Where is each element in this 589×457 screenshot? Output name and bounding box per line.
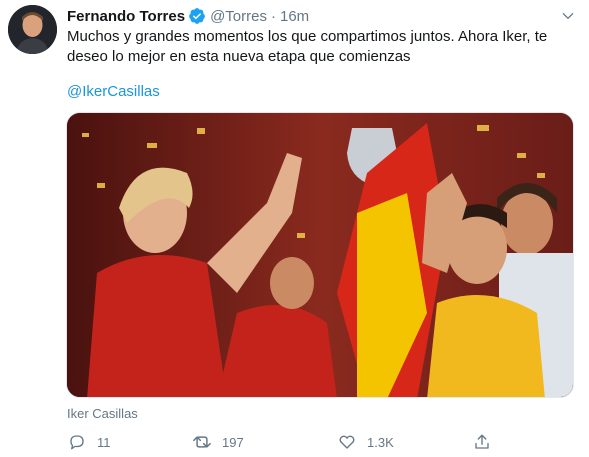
separator-dot: · <box>270 7 276 25</box>
retweet-button[interactable]: 197 <box>192 432 244 452</box>
share-button[interactable] <box>472 432 492 452</box>
author-name[interactable]: Fernando Torres <box>67 8 185 25</box>
tweet-card[interactable]: Fernando Torres @Torres · 16m Muchos y g… <box>0 0 589 457</box>
reply-count: 11 <box>97 434 111 450</box>
chevron-down-icon[interactable] <box>558 6 578 26</box>
reply-icon <box>67 432 87 452</box>
heart-icon <box>337 432 357 452</box>
tweet-photo[interactable] <box>66 112 574 398</box>
tweet-text: Muchos y grandes momentos los que compar… <box>67 28 548 65</box>
tweet-header: Fernando Torres @Torres · 16m <box>67 6 309 26</box>
like-button[interactable]: 1.3K <box>337 432 394 452</box>
retweet-count: 197 <box>222 434 244 450</box>
tweet-timestamp[interactable]: 16m <box>280 8 309 25</box>
mention-link[interactable]: @IkerCasillas <box>67 83 160 100</box>
media-tag[interactable]: Iker Casillas <box>67 406 138 421</box>
reply-button[interactable]: 11 <box>67 432 111 452</box>
avatar[interactable] <box>8 5 57 54</box>
share-icon <box>472 432 492 452</box>
like-count: 1.3K <box>367 434 394 450</box>
retweet-icon <box>192 432 212 452</box>
verified-badge-icon <box>188 7 206 25</box>
tweet-actions: 11 197 1.3K <box>67 432 497 452</box>
author-handle[interactable]: @Torres <box>210 8 267 25</box>
